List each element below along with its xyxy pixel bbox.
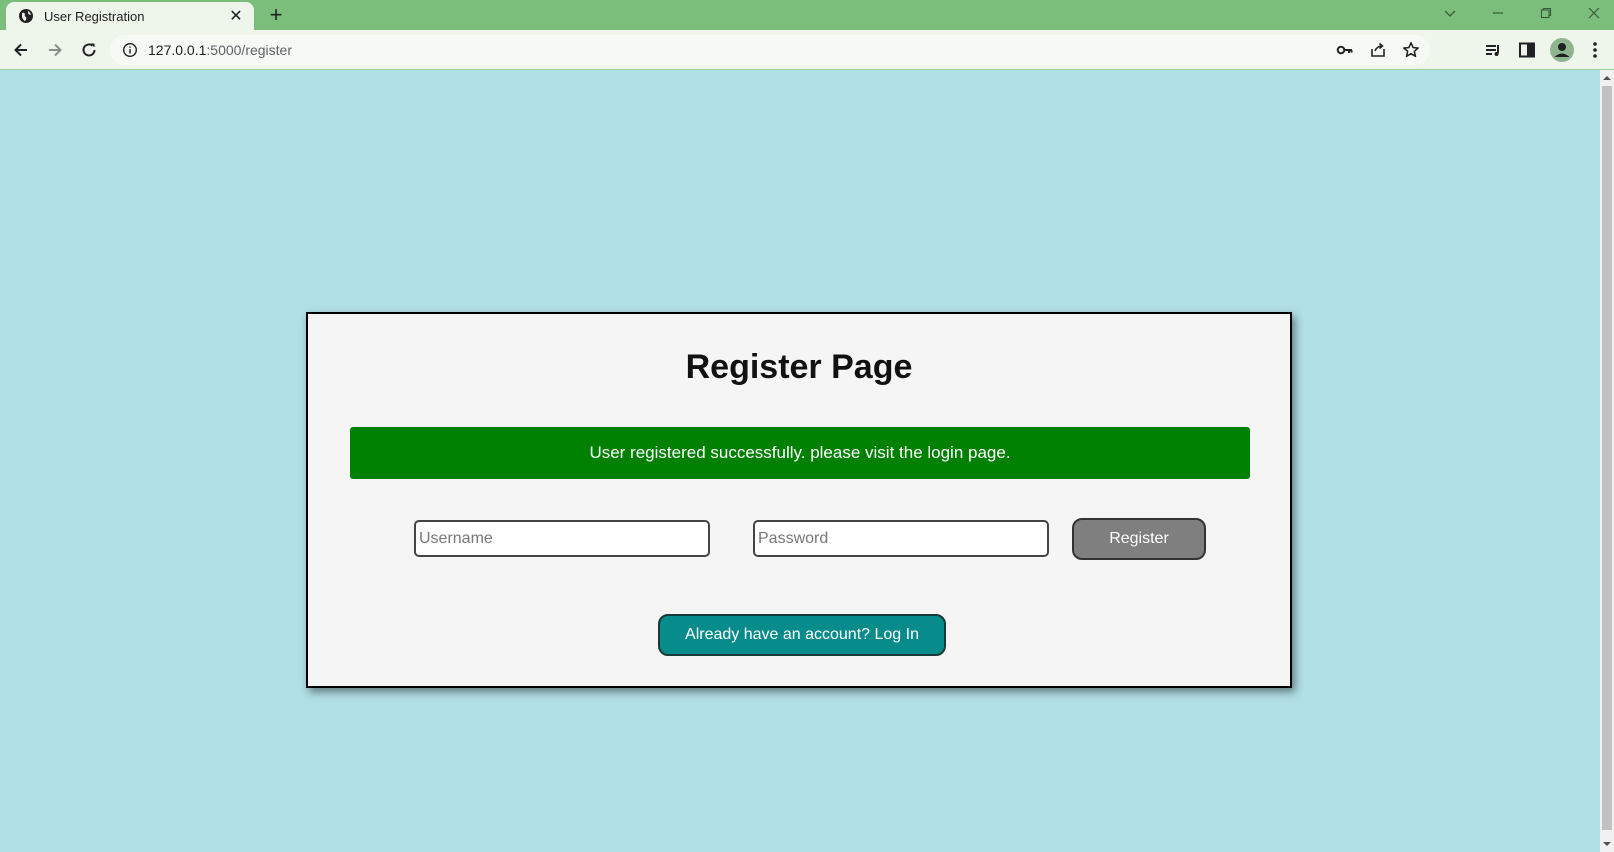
success-alert: User registered successfully. please vis… bbox=[350, 427, 1250, 479]
share-icon[interactable] bbox=[1368, 40, 1388, 60]
scroll-up-icon[interactable] bbox=[1603, 74, 1611, 82]
profile-icon[interactable] bbox=[1549, 37, 1575, 63]
login-link-button[interactable]: Already have an account? Log In bbox=[658, 614, 946, 656]
side-panel-icon[interactable] bbox=[1516, 39, 1538, 61]
browser-tab[interactable]: User Registration ✕ bbox=[6, 2, 254, 30]
minimize-icon[interactable] bbox=[1478, 0, 1518, 26]
tab-title: User Registration bbox=[44, 8, 145, 24]
register-button[interactable]: Register bbox=[1072, 518, 1206, 560]
kebab-menu-icon[interactable] bbox=[1584, 39, 1606, 61]
vertical-scrollbar[interactable] bbox=[1600, 70, 1614, 852]
arrow-left-icon[interactable] bbox=[7, 36, 35, 64]
scroll-down-icon[interactable] bbox=[1603, 840, 1611, 848]
url-path: :5000/register bbox=[206, 42, 292, 58]
close-tab-icon[interactable]: ✕ bbox=[228, 8, 244, 25]
new-tab-button[interactable]: + bbox=[264, 2, 288, 27]
media-queue-icon[interactable] bbox=[1482, 39, 1504, 61]
register-card: Register Page User registered successful… bbox=[306, 312, 1292, 688]
browser-toolbar: 127.0.0.1:5000/register bbox=[0, 30, 1614, 70]
username-input[interactable] bbox=[414, 520, 710, 557]
reload-icon[interactable] bbox=[75, 36, 103, 64]
address-bar[interactable]: 127.0.0.1:5000/register bbox=[110, 35, 1430, 65]
restore-icon[interactable] bbox=[1526, 0, 1566, 26]
key-icon[interactable] bbox=[1335, 40, 1355, 60]
info-icon[interactable] bbox=[122, 42, 138, 58]
scroll-thumb[interactable] bbox=[1602, 86, 1612, 830]
star-icon[interactable] bbox=[1401, 40, 1421, 60]
url-host: 127.0.0.1 bbox=[148, 42, 207, 58]
globe-icon bbox=[19, 9, 33, 23]
arrow-right-icon[interactable] bbox=[41, 36, 69, 64]
tab-search-icon[interactable] bbox=[1430, 0, 1470, 26]
tab-strip: User Registration ✕ + bbox=[0, 0, 1614, 30]
page-title: Register Page bbox=[685, 348, 913, 386]
url-text: 127.0.0.1:5000/register bbox=[148, 42, 292, 58]
password-input[interactable] bbox=[753, 520, 1049, 557]
close-window-icon[interactable] bbox=[1574, 0, 1614, 26]
